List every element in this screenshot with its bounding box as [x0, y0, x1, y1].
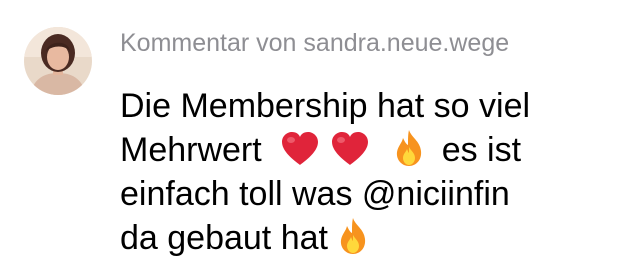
avatar-image	[24, 27, 92, 95]
fire-icon	[338, 217, 368, 255]
heart-icon	[330, 131, 370, 167]
comment-text: es ist	[441, 131, 522, 169]
comment-text: da gebaut hat	[120, 219, 328, 257]
comment-body: Die Membership hat so viel Mehrwert es is…	[120, 84, 620, 260]
comment-line: Die Membership hat so viel	[120, 87, 531, 125]
comment-text: Mehrwert	[120, 131, 262, 169]
comment-line: da gebaut hat	[120, 216, 620, 260]
comment-line: Mehrwert es ist	[120, 128, 620, 172]
heart-icon	[280, 131, 320, 167]
fire-icon	[394, 129, 424, 167]
comment-line: einfach toll was @niciinfin	[120, 175, 510, 213]
comment: Kommentar von sandra.neue.wege Die Membe…	[0, 0, 642, 257]
avatar[interactable]	[24, 27, 92, 95]
comment-header: Kommentar von sandra.neue.wege	[120, 29, 510, 57]
